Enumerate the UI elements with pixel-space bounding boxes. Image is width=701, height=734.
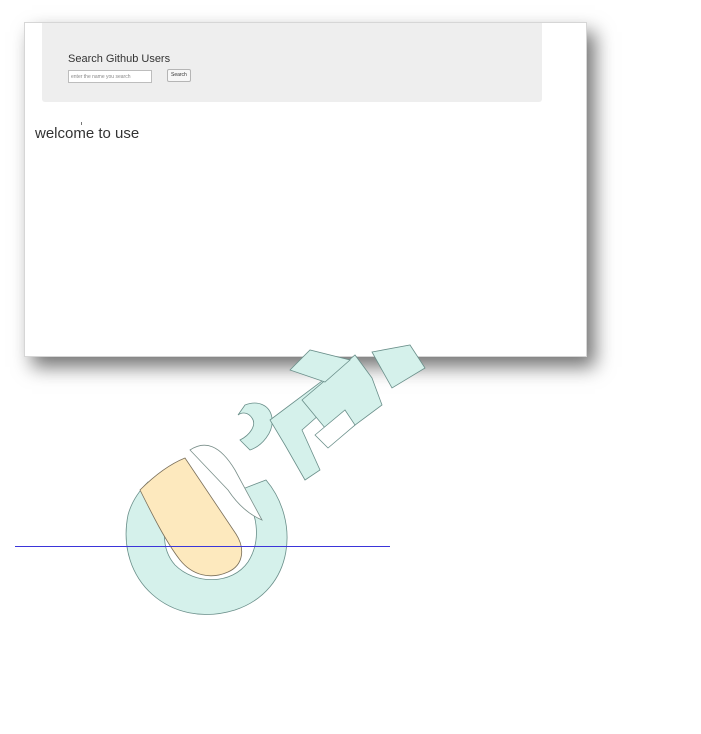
welcome-message: welcome to use <box>35 125 140 142</box>
watermark-inner-shape <box>189 444 263 521</box>
screenshot-canvas: Search Github Users Search welcome to us… <box>0 0 701 734</box>
watermark-stroke-a <box>237 402 273 451</box>
search-input[interactable] <box>68 70 152 83</box>
watermark-stroke-b <box>269 374 346 481</box>
watermark-stroke-d <box>314 409 356 449</box>
watermark-yellow-shape <box>139 457 243 577</box>
page-title: Search Github Users <box>68 53 171 65</box>
search-header: Search Github Users Search <box>42 23 542 102</box>
watermark-ring <box>125 479 288 615</box>
app-window: Search Github Users Search welcome to us… <box>24 22 587 357</box>
watermark-stroke-c <box>301 354 383 441</box>
blue-horizontal-line <box>15 546 390 547</box>
search-button[interactable]: Search <box>167 69 191 82</box>
